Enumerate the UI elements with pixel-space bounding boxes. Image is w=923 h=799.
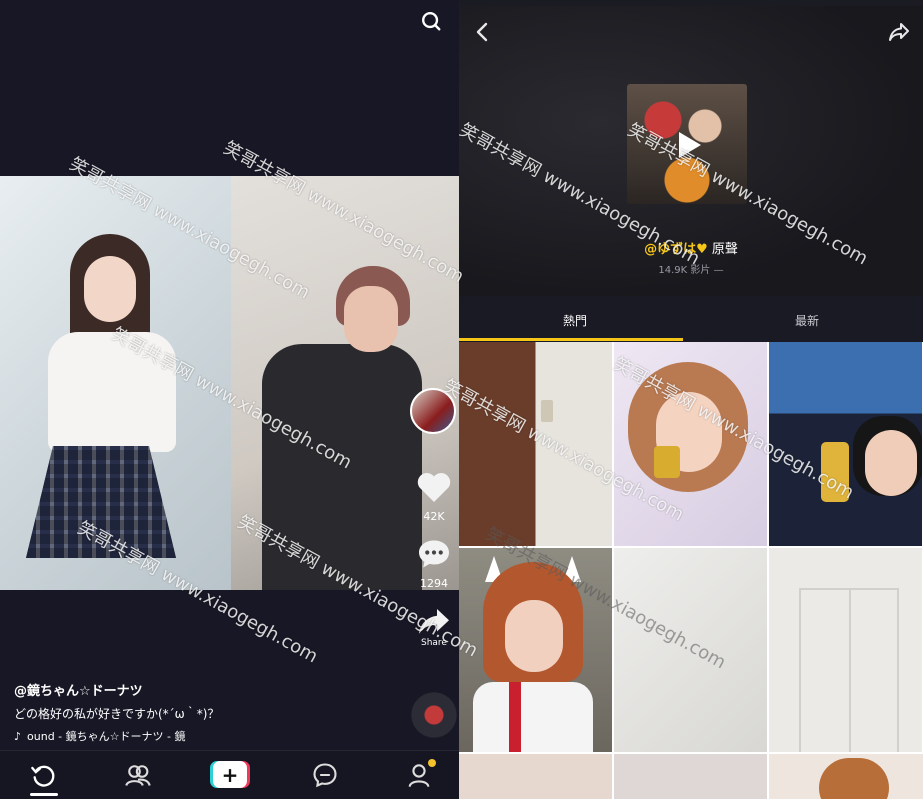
friends-icon — [125, 765, 151, 786]
video-player[interactable] — [0, 176, 459, 590]
share-label: Share — [421, 638, 447, 648]
share-arrow-icon[interactable] — [887, 20, 911, 44]
create-icon[interactable]: + — [213, 761, 247, 788]
back-icon[interactable] — [471, 20, 495, 44]
comment-count: 1294 — [420, 577, 448, 590]
bottom-tab-bar: + — [0, 750, 459, 799]
share-icon — [419, 609, 449, 634]
creator-avatar[interactable] — [410, 388, 456, 434]
sound-video-count: 14.9K 影片 — — [658, 265, 724, 276]
video-feed-screen: 42K 1294 Share @鏡ちゃん☆ドーナツ どの格好の私が好きですか(*… — [0, 0, 459, 799]
video-thumbnail[interactable] — [614, 548, 767, 752]
video-thumbnail[interactable] — [614, 342, 767, 546]
tab-friends[interactable] — [124, 761, 154, 791]
notification-dot — [428, 759, 436, 767]
inbox-icon — [313, 763, 337, 788]
music-disc[interactable] — [411, 692, 457, 738]
video-grid — [459, 342, 923, 799]
sound-author: @ゆずは♥ — [644, 242, 708, 257]
heart-icon — [417, 473, 451, 502]
video-thumbnail[interactable] — [459, 754, 612, 799]
home-icon — [31, 765, 55, 787]
video-frame-left — [0, 176, 231, 590]
caption-username[interactable]: @鏡ちゃん☆ドーナツ — [14, 680, 143, 699]
video-thumbnail[interactable] — [459, 342, 612, 546]
like-button[interactable]: 42K — [410, 470, 458, 523]
play-icon — [679, 132, 701, 158]
sound-original-label: 原聲 — [707, 242, 738, 257]
sound-title: ound - 鏡ちゃん☆ドーナツ - 鏡 — [27, 730, 186, 743]
tab-popular[interactable]: 熱門 — [563, 312, 587, 329]
caption-sound[interactable]: ♪ ound - 鏡ちゃん☆ドーナツ - 鏡 — [14, 728, 194, 744]
sound-name[interactable]: @ゆずは♥ 原聲 — [459, 238, 923, 257]
sound-tabs: 熱門 最新 — [459, 296, 923, 342]
tab-popular-indicator — [459, 338, 683, 341]
tab-home[interactable] — [30, 761, 60, 791]
search-icon[interactable] — [420, 10, 442, 32]
tiktok-note-icon: ♪ — [14, 730, 22, 743]
video-thumbnail[interactable] — [769, 548, 922, 752]
comment-button[interactable]: 1294 — [410, 537, 458, 590]
caption-description: どの格好の私が好きですか(*´ω｀*)？ — [14, 707, 220, 721]
sound-page-screen: @ゆずは♥ 原聲 14.9K 影片 — 熱門 最新 — [459, 0, 923, 799]
comment-icon — [419, 540, 449, 568]
sound-header: @ゆずは♥ 原聲 14.9K 影片 — — [459, 6, 923, 296]
sound-cover[interactable] — [627, 84, 747, 204]
video-thumbnail[interactable] — [769, 754, 923, 799]
video-thumbnail[interactable] — [769, 342, 922, 546]
tab-inbox[interactable] — [311, 761, 341, 791]
tab-latest[interactable]: 最新 — [795, 312, 819, 329]
tab-home-indicator — [30, 793, 58, 796]
share-button[interactable]: Share — [410, 606, 458, 648]
video-thumbnail[interactable] — [459, 548, 612, 752]
like-count: 42K — [423, 510, 445, 523]
video-thumbnail[interactable] — [614, 754, 767, 799]
